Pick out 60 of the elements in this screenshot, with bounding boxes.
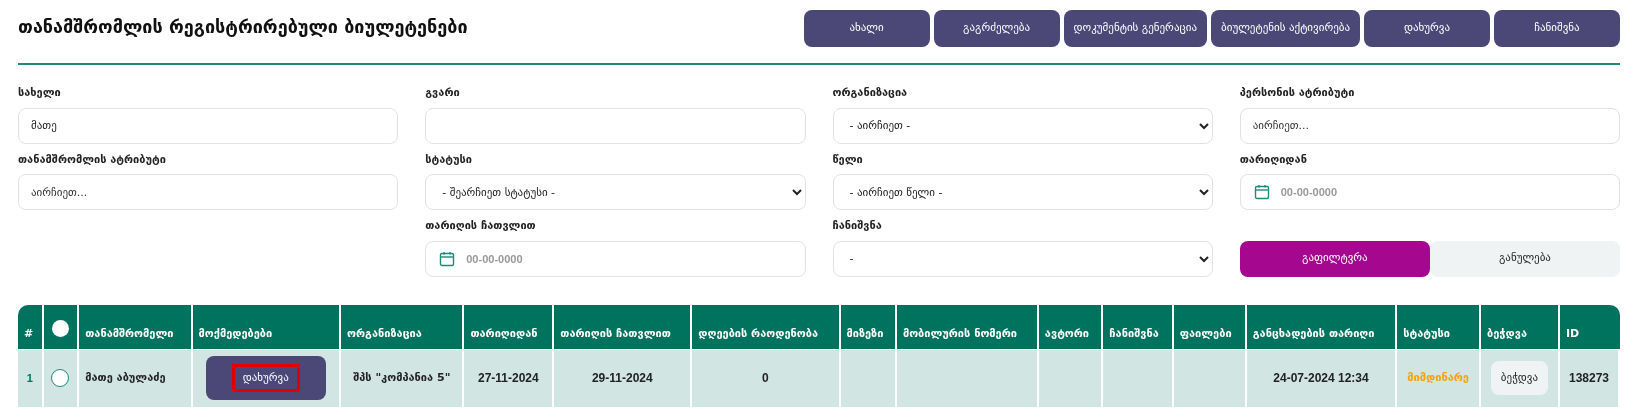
select-all-radio[interactable]	[51, 320, 69, 337]
input-field[interactable]: მათე	[18, 107, 399, 144]
page-title: თანამშრომლის რეგისტრირებული ბიულეტენები	[18, 15, 468, 38]
toolbar-button[interactable]: დოკუმენტის გენერაცია	[1063, 10, 1208, 47]
calendar-icon	[1253, 184, 1270, 200]
column-header: მოქმედებები	[192, 304, 342, 349]
toolbar-button[interactable]: ახალი	[803, 10, 930, 47]
column-header: მიზეზი	[840, 304, 897, 349]
toolbar-button[interactable]: დახურვა	[1364, 10, 1490, 47]
column-header: თარიღიდან	[464, 304, 555, 349]
field-label: სტატუსი	[425, 151, 473, 168]
toolbar-button[interactable]: გაგრძელება	[933, 10, 1060, 47]
field-label: სახელი	[18, 85, 62, 101]
column-header: ჩანიშვნა	[1103, 304, 1174, 349]
column-header: ორგანიზაცია	[341, 304, 465, 349]
input-field[interactable]: აირჩიეთ...	[18, 174, 399, 210]
filter-button[interactable]: გაფილტვრა	[1239, 240, 1430, 277]
dropdown-field[interactable]: - შეარჩიეთ სტატუსი -	[425, 174, 806, 210]
date-field[interactable]: 00-00-0000	[425, 240, 806, 277]
toolbar-button[interactable]: ბიულეტენის აქტივირება	[1211, 10, 1360, 47]
field-label: თარიღის ჩათვლით	[425, 218, 537, 234]
column-header: თანამშრომელი	[79, 304, 193, 349]
table-cell: შპს "კომპანია 5"	[341, 348, 465, 407]
field-label: თარიღიდან	[1239, 151, 1308, 168]
column-header: ფაილები	[1173, 304, 1247, 349]
column-header: ID	[1559, 304, 1620, 349]
row-radio[interactable]	[51, 369, 70, 387]
toolbar-button[interactable]: ჩანიშვნა	[1494, 10, 1620, 47]
input-field[interactable]	[425, 107, 806, 144]
date-field[interactable]: 00-00-0000	[1239, 174, 1620, 210]
status-text: მიმდინარე	[1397, 348, 1481, 407]
column-header: თარიღის ჩათვლით	[554, 304, 693, 349]
column-header: სტატუსი	[1397, 304, 1481, 349]
column-header: ბეჭდვა	[1481, 304, 1560, 349]
dropdown-field[interactable]: -	[832, 240, 1213, 277]
field-label: პერსონის ატრიბუტი	[1239, 85, 1356, 101]
table-cell: 27-11-2024	[464, 348, 555, 407]
dropdown-field[interactable]: - აირჩიეთ -	[832, 107, 1213, 144]
input-field[interactable]: აირჩიეთ...	[1239, 107, 1620, 144]
close-button[interactable]: დახურვა	[205, 355, 326, 401]
column-header: განცხადების თარიღი	[1246, 304, 1398, 349]
column-header: ავტორი	[1038, 304, 1104, 349]
field-label: ორგანიზაცია	[832, 85, 909, 101]
dropdown-field[interactable]: - აირჩიეთ წელი -	[832, 174, 1213, 210]
reset-button[interactable]: განულება	[1429, 240, 1620, 277]
field-label: თანამშრომლის ატრიბუტი	[18, 151, 167, 168]
table-cell: 138273	[1559, 348, 1620, 407]
print-button[interactable]: ბეჭდვა	[1490, 360, 1549, 396]
column-header: დღეების რაოდენობა	[692, 304, 841, 349]
calendar-icon	[439, 250, 456, 267]
table-cell: 29-11-2024	[554, 348, 693, 407]
field-label: წელი	[832, 151, 864, 168]
table-cell: 24-07-2024 12:34	[1246, 348, 1398, 407]
field-label: ჩანიშვნა	[832, 218, 883, 234]
column-header: მობილურის ნომერი	[896, 304, 1039, 349]
table-cell: 1	[18, 348, 44, 407]
table-cell: 0	[692, 348, 841, 407]
column-header: #	[18, 304, 44, 349]
table-cell: მათე აბულაძე	[79, 348, 193, 407]
field-label: გვარი	[425, 85, 461, 101]
